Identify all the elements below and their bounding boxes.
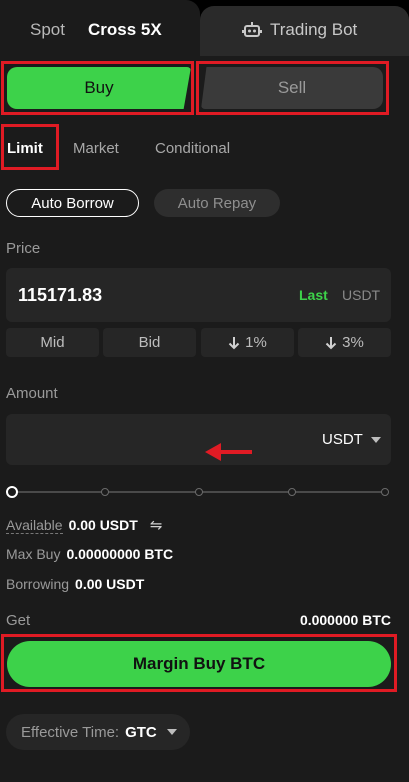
mid-label: Mid (40, 334, 65, 351)
slider-step-25[interactable] (101, 488, 109, 496)
annotation-arrow-icon (205, 443, 252, 461)
price-unit: USDT (342, 287, 381, 303)
tab-conditional[interactable]: Conditional (155, 140, 230, 157)
buy-button[interactable]: Buy (7, 67, 191, 109)
top-tab-bar: Spot Cross 5X Trading Bot (0, 0, 409, 56)
tab-spot[interactable]: Spot (30, 20, 65, 40)
slider-step-75[interactable] (288, 488, 296, 496)
last-price-button[interactable]: Last (299, 287, 328, 303)
effective-time-label: Effective Time: (21, 723, 120, 741)
max-buy-label: Max Buy (6, 546, 61, 562)
robot-icon (242, 22, 262, 37)
minus-1pct-label: 1% (245, 334, 267, 351)
max-buy-row: Max Buy 0.00000000 BTC (6, 546, 173, 562)
tab-cross-5x[interactable]: Cross 5X (88, 20, 162, 40)
amount-unit-label: USDT (322, 431, 363, 448)
bid-label: Bid (138, 334, 161, 351)
auto-borrow-toggle[interactable]: Auto Borrow (6, 189, 139, 217)
auto-repay-toggle[interactable]: Auto Repay (154, 189, 280, 217)
price-label: Price (6, 240, 41, 257)
arrow-down-icon (228, 336, 240, 349)
effective-time-value: GTC (125, 723, 157, 741)
effective-time-select[interactable]: Effective Time: GTC (6, 714, 190, 750)
bid-button[interactable]: Bid (103, 328, 196, 357)
borrowing-value: 0.00 USDT (75, 576, 145, 592)
minus-1pct-button[interactable]: 1% (201, 328, 294, 357)
tab-trading-bot[interactable]: Trading Bot (242, 20, 357, 40)
price-input[interactable]: 115171.83 Last USDT (6, 268, 391, 322)
tab-market[interactable]: Market (73, 140, 119, 157)
slider-step-50[interactable] (195, 488, 203, 496)
amount-input[interactable]: USDT (6, 414, 391, 465)
amount-slider-handle[interactable] (6, 486, 18, 498)
available-row: Available 0.00 USDT ⇋ (6, 516, 162, 534)
tab-trading-bot-label: Trading Bot (270, 20, 358, 39)
transfer-icon[interactable]: ⇋ (150, 516, 163, 534)
slider-step-100[interactable] (381, 488, 389, 496)
get-label: Get (6, 612, 31, 629)
price-value: 115171.83 (18, 285, 103, 305)
arrow-down-icon (325, 336, 337, 349)
minus-3pct-button[interactable]: 3% (298, 328, 391, 357)
minus-3pct-label: 3% (342, 334, 364, 351)
margin-buy-button[interactable]: Margin Buy BTC (7, 641, 391, 687)
available-label: Available (6, 516, 63, 534)
caret-down-icon (370, 436, 381, 443)
max-buy-value: 0.00000000 BTC (66, 546, 174, 562)
borrowing-row: Borrowing 0.00 USDT (6, 576, 144, 592)
borrowing-label: Borrowing (6, 576, 70, 592)
available-value: 0.00 USDT (68, 517, 138, 533)
tab-limit[interactable]: Limit (7, 140, 43, 157)
amount-unit-select[interactable]: USDT (322, 431, 381, 448)
amount-label: Amount (6, 385, 58, 402)
caret-down-icon (166, 729, 177, 735)
get-value: 0.000000 BTC (299, 612, 391, 628)
sell-button[interactable]: Sell (201, 67, 383, 109)
mid-button[interactable]: Mid (6, 328, 99, 357)
